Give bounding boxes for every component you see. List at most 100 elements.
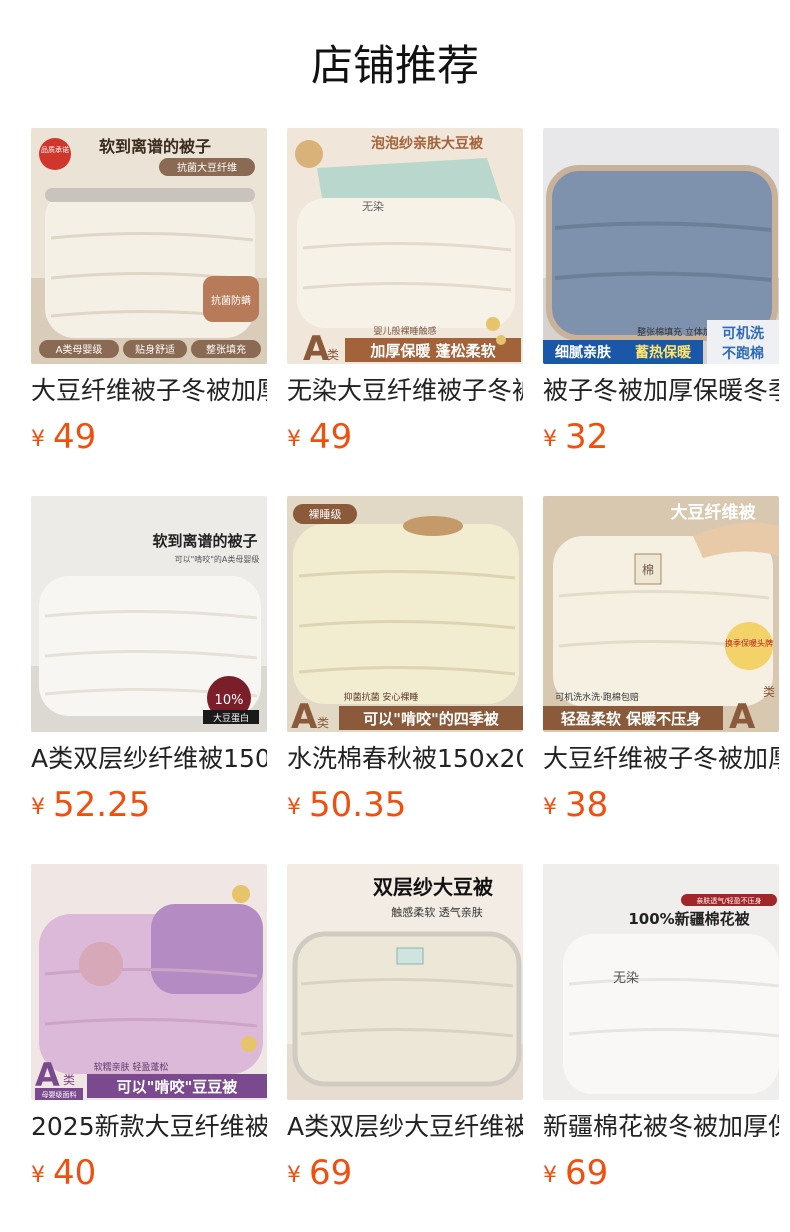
product-title[interactable]: 水洗棉春秋被150x200 xyxy=(287,742,523,776)
product-price: ¥69 xyxy=(543,1152,608,1194)
product-card[interactable]: 软到离谱的被子 可以"啃咬"的A类母婴级 10% 大豆蛋白 A类双层纱纤维被15… xyxy=(31,496,267,826)
product-card[interactable]: 大豆纤维被 棉 换季保暖头牌 可机洗水洗·跑棉包赔 轻盈柔软 保暖不压身 A 类… xyxy=(543,496,779,826)
product-price: ¥52.25 xyxy=(31,784,150,826)
product-image-art: 泡泡纱亲肤大豆被 无染 婴儿般裸睡触感 加厚保暖 蓬松柔软 A 类 xyxy=(287,128,523,364)
image-tagline: 抑菌抗菌 安心裸睡 xyxy=(344,691,419,703)
product-title[interactable]: 被子冬被加厚保暖冬季被芯 xyxy=(543,374,779,408)
product-title[interactable]: 2025新款大豆纤维被子冬被 xyxy=(31,1110,267,1144)
side-line-1: 可机洗 xyxy=(722,325,764,342)
product-title[interactable]: A类双层纱大豆纤维被子 xyxy=(287,1110,523,1144)
product-image[interactable]: 品质承诺 软到离谱的被子 抗菌大豆纤维 抗菌防螨 A类母婴级 贴身舒适 整张填充 xyxy=(31,128,267,364)
badge-text: 品质承诺 xyxy=(41,145,69,154)
product-card[interactable]: 品质承诺 软到离谱的被子 抗菌大豆纤维 抗菌防螨 A类母婴级 贴身舒适 整张填充… xyxy=(31,128,267,458)
currency-symbol: ¥ xyxy=(543,795,557,820)
product-card[interactable]: 裸睡级 抑菌抗菌 安心裸睡 可以"啃咬"的四季被 A 类 水洗棉春秋被150x2… xyxy=(287,496,523,826)
product-price: ¥38 xyxy=(543,784,608,826)
image-chip: 裸睡级 xyxy=(309,507,342,521)
grade-note: 母婴级面料 xyxy=(42,1090,77,1099)
product-price: ¥69 xyxy=(287,1152,352,1194)
product-image[interactable]: 软糯亲肤 轻盈蓬松 可以"啃咬"豆豆被 A 类 母婴级面料 xyxy=(31,864,267,1100)
bunny-icon xyxy=(79,942,123,986)
grade-suffix: 类 xyxy=(327,348,339,362)
currency-symbol: ¥ xyxy=(543,1163,557,1188)
basket-icon xyxy=(403,516,463,536)
product-card[interactable]: 软糯亲肤 轻盈蓬松 可以"啃咬"豆豆被 A 类 母婴级面料 2025新款大豆纤维… xyxy=(31,864,267,1194)
price-value: 69 xyxy=(565,1153,609,1193)
product-card[interactable]: 泡泡纱亲肤大豆被 无染 婴儿般裸睡触感 加厚保暖 蓬松柔软 A 类 无染大豆纤维… xyxy=(287,128,523,458)
grade-suffix: 类 xyxy=(763,685,775,699)
product-image[interactable]: 整张棉填充 立体加厚 细腻亲肤 蓄热保暖 可机洗 不跑棉 xyxy=(543,128,779,364)
product-image[interactable]: 亲肤透气/轻盈不压身 100%新疆棉花被 无染 xyxy=(543,864,779,1100)
feature-tag: 整张填充 xyxy=(206,343,246,356)
corner-tag: 抗菌防螨 xyxy=(211,294,251,307)
product-image-art: 亲肤透气/轻盈不压身 100%新疆棉花被 无染 xyxy=(543,864,779,1100)
quality-badge-icon xyxy=(39,138,71,170)
image-subline: 婴儿般裸睡触感 xyxy=(373,325,436,337)
product-image-art: 大豆纤维被 棉 换季保暖头牌 可机洗水洗·跑棉包赔 轻盈柔软 保暖不压身 A 类 xyxy=(543,496,779,732)
product-price: ¥49 xyxy=(287,416,352,458)
quilt-print: 无染 xyxy=(362,199,384,213)
product-card[interactable]: 亲肤透气/轻盈不压身 100%新疆棉花被 无染 新疆棉花被冬被加厚保暖 ¥69 xyxy=(543,864,779,1194)
seal-text: 换季保暖头牌 xyxy=(725,638,773,648)
product-title[interactable]: A类双层纱纤维被150x200 xyxy=(31,742,267,776)
side-line-2: 不跑棉 xyxy=(722,345,764,362)
grade-mark: A xyxy=(729,697,756,732)
price-value: 50.35 xyxy=(309,785,407,825)
price-value: 52.25 xyxy=(53,785,151,825)
product-image-art: 整张棉填充 立体加厚 细腻亲肤 蓄热保暖 可机洗 不跑棉 xyxy=(543,128,779,364)
quilt-print: 无染 xyxy=(613,971,639,986)
product-title[interactable]: 大豆纤维被子冬被加厚保暖 xyxy=(31,374,267,408)
product-title[interactable]: 新疆棉花被冬被加厚保暖 xyxy=(543,1110,779,1144)
product-title[interactable]: 大豆纤维被子冬被加厚保暖 xyxy=(543,742,779,776)
product-image[interactable]: 裸睡级 抑菌抗菌 安心裸睡 可以"啃咬"的四季被 A 类 xyxy=(287,496,523,732)
product-image-art: 软到离谱的被子 可以"啃咬"的A类母婴级 10% 大豆蛋白 xyxy=(31,496,267,732)
image-banner: 轻盈柔软 保暖不压身 xyxy=(561,710,701,728)
currency-symbol: ¥ xyxy=(287,427,301,452)
currency-symbol: ¥ xyxy=(543,427,557,452)
product-price: ¥50.35 xyxy=(287,784,406,826)
currency-symbol: ¥ xyxy=(31,1163,45,1188)
product-price: ¥40 xyxy=(31,1152,96,1194)
image-headline: 软到离谱的被子 xyxy=(99,137,211,156)
label-tag-icon xyxy=(396,947,424,965)
image-banner: 加厚保暖 蓬松柔软 xyxy=(369,342,495,360)
product-image-art: 双层纱大豆被 触感柔软 透气亲肤 xyxy=(287,864,523,1100)
feature-tag: A类母婴级 xyxy=(56,343,103,356)
grade-mark: A xyxy=(291,697,318,732)
image-subline: 抗菌大豆纤维 xyxy=(177,161,237,174)
currency-symbol: ¥ xyxy=(287,795,301,820)
price-value: 49 xyxy=(309,417,353,457)
certificate-badge-icon xyxy=(295,140,323,168)
banner-left: 细腻亲肤 xyxy=(555,344,612,361)
product-price: ¥32 xyxy=(543,416,608,458)
image-headline: 100%新疆棉花被 xyxy=(628,910,750,928)
image-headline: 软到离谱的被子 xyxy=(152,532,257,550)
image-headline: 大豆纤维被 xyxy=(671,502,756,523)
grade-mark: A xyxy=(303,329,330,364)
image-banner: 可以"啃咬"的四季被 xyxy=(363,710,500,728)
price-value: 40 xyxy=(53,1153,97,1193)
price-value: 49 xyxy=(53,417,97,457)
feature-tag: 贴身舒适 xyxy=(135,343,175,356)
percent-label: 大豆蛋白 xyxy=(213,712,249,724)
price-value: 32 xyxy=(565,417,609,457)
image-subline: 可以"啃咬"的A类母婴级 xyxy=(175,554,260,564)
grade-suffix: 类 xyxy=(63,1073,75,1087)
image-tagline: 软糯亲肤 轻盈蓬松 xyxy=(94,1061,169,1073)
image-headline: 双层纱大豆被 xyxy=(373,875,494,899)
product-title[interactable]: 无染大豆纤维被子冬被加厚 xyxy=(287,374,523,408)
image-banner: 可以"啃咬"豆豆被 xyxy=(117,1078,239,1096)
product-image[interactable]: 泡泡纱亲肤大豆被 无染 婴儿般裸睡触感 加厚保暖 蓬松柔软 A 类 xyxy=(287,128,523,364)
product-price: ¥49 xyxy=(31,416,96,458)
section-title: 店铺推荐 xyxy=(310,41,479,90)
product-image[interactable]: 软到离谱的被子 可以"啃咬"的A类母婴级 10% 大豆蛋白 xyxy=(31,496,267,732)
currency-symbol: ¥ xyxy=(31,427,45,452)
image-chip: 亲肤透气/轻盈不压身 xyxy=(696,896,761,905)
product-image[interactable]: 大豆纤维被 棉 换季保暖头牌 可机洗水洗·跑棉包赔 轻盈柔软 保暖不压身 A 类 xyxy=(543,496,779,732)
image-headline: 泡泡纱亲肤大豆被 xyxy=(371,135,484,152)
product-card[interactable]: 整张棉填充 立体加厚 细腻亲肤 蓄热保暖 可机洗 不跑棉 被子冬被加厚保暖冬季被… xyxy=(543,128,779,458)
price-value: 69 xyxy=(309,1153,353,1193)
product-card[interactable]: 双层纱大豆被 触感柔软 透气亲肤 A类双层纱大豆纤维被子 ¥69 xyxy=(287,864,523,1194)
product-image[interactable]: 双层纱大豆被 触感柔软 透气亲肤 xyxy=(287,864,523,1100)
banner-mid: 蓄热保暖 xyxy=(635,344,692,361)
